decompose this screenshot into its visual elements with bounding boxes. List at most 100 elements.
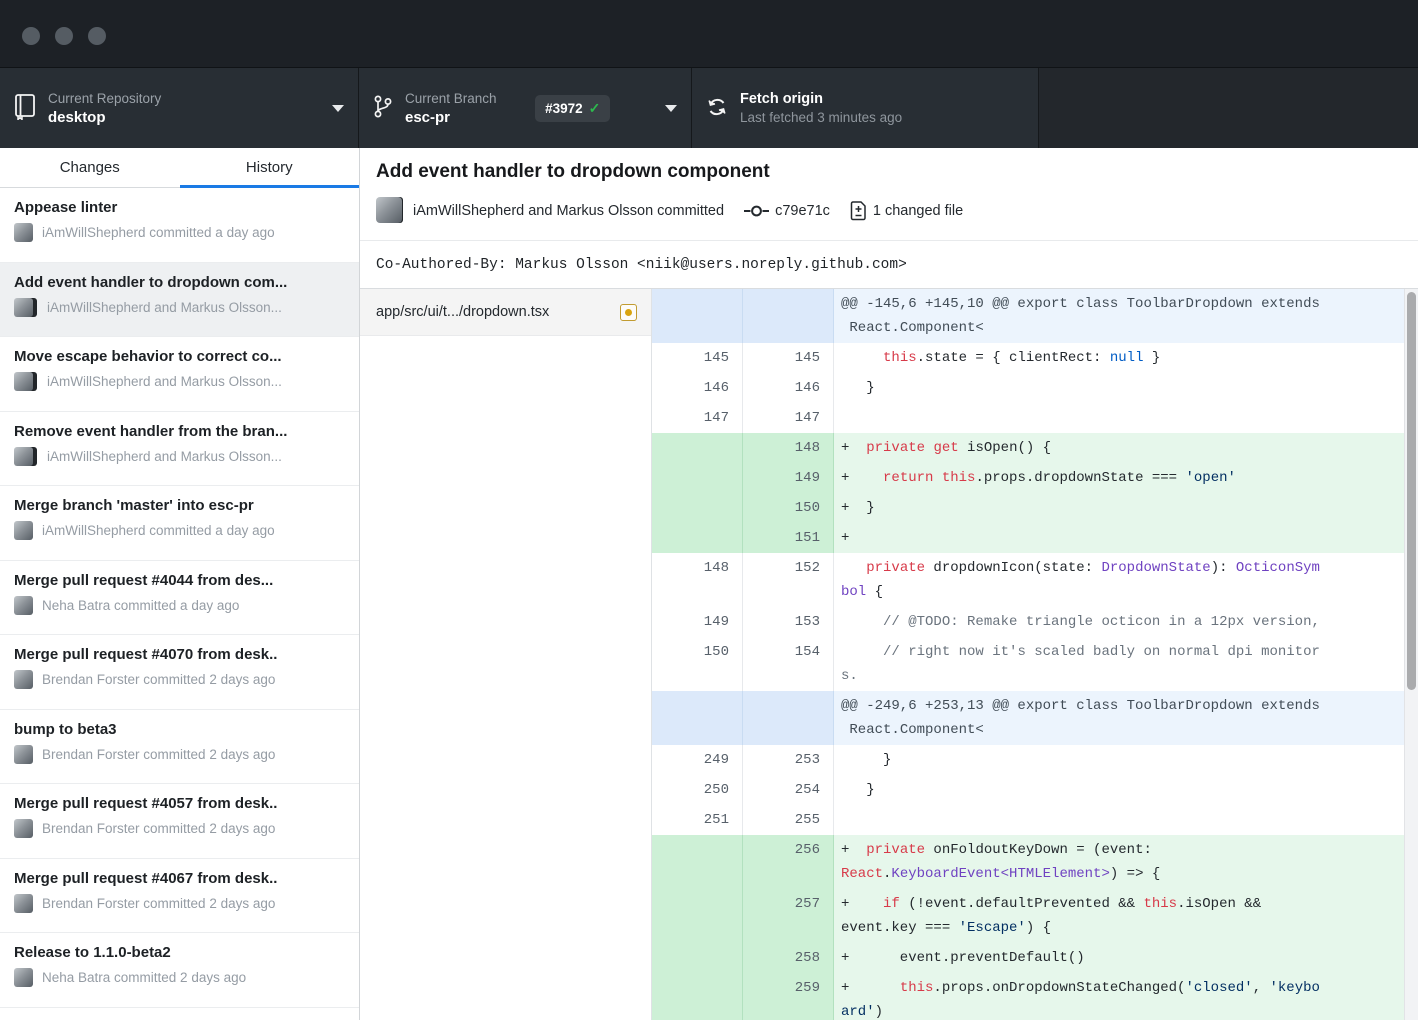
toolbar: Current Repository desktop Current Branc… (0, 68, 1418, 148)
diff-code-text: @@ -145,6 +145,10 @@ export class Toolba… (834, 289, 1404, 343)
diff-scrollbar[interactable] (1404, 289, 1418, 1020)
new-line-number: 153 (743, 607, 834, 637)
old-line-number (652, 463, 743, 493)
commit-list-item[interactable]: Merge pull request #4057 from desk..Bren… (0, 784, 359, 859)
diff-view: @@ -145,6 +145,10 @@ export class Toolba… (652, 289, 1404, 1020)
avatar (14, 745, 33, 764)
fetch-origin-button[interactable]: Fetch origin Last fetched 3 minutes ago (692, 68, 1039, 148)
new-line-number: 259 (743, 973, 834, 1020)
minimize-window-button[interactable] (55, 27, 73, 45)
avatar (14, 894, 33, 913)
commit-item-title: Appease linter (14, 199, 349, 216)
new-line-number: 257 (743, 889, 834, 943)
diff-code-text: this.state = { clientRect: null } (834, 343, 1404, 373)
diff-added-line: 256+ private onFoldoutKeyDown = (event: … (652, 835, 1404, 889)
old-line-number: 149 (652, 607, 743, 637)
commit-list-item[interactable]: Merge pull request #4070 from desk..Bren… (0, 635, 359, 710)
commit-item-meta-row: Brendan Forster committed 2 days ago (14, 894, 349, 913)
sidebar: Changes History Appease linter iAmWillShe… (0, 148, 360, 1020)
diff-added-line: 150+ } (652, 493, 1404, 523)
new-line-number: 150 (743, 493, 834, 523)
avatar-image (14, 819, 33, 838)
titlebar (0, 0, 1418, 68)
commit-list-item[interactable]: Merge branch 'master' into esc-priAmWill… (0, 486, 359, 561)
commit-list-item[interactable]: Move escape behavior to correct co...iAm… (0, 337, 359, 412)
changed-files-panel: app/src/ui/t.../dropdown.tsx (360, 289, 652, 1020)
current-repository-button[interactable]: Current Repository desktop (0, 68, 359, 148)
commit-list-item[interactable]: Add event handler to dropdown com...iAmW… (0, 263, 359, 338)
commit-list-item[interactable]: Merge pull request #4054 from desk... (0, 1008, 359, 1020)
app-window: Current Repository desktop Current Branc… (0, 0, 1418, 1020)
diff-code-text: + private onFoldoutKeyDown = (event: Rea… (834, 835, 1404, 889)
commit-list-item[interactable]: Merge pull request #4067 from desk..Bren… (0, 859, 359, 934)
branch-name: esc-pr (405, 109, 497, 126)
avatar-image (14, 596, 33, 615)
commit-item-meta: iAmWillShepherd committed a day ago (42, 225, 275, 240)
commit-list-item[interactable]: Remove event handler from the bran...iAm… (0, 412, 359, 487)
diff-added-line: 149+ return this.props.dropdownState ===… (652, 463, 1404, 493)
avatar-image (14, 670, 33, 689)
avatar (376, 197, 403, 224)
file-item[interactable]: app/src/ui/t.../dropdown.tsx (360, 289, 651, 336)
avatar (14, 596, 33, 615)
commit-item-meta: Neha Batra committed 2 days ago (42, 970, 246, 985)
diff-code-text (834, 403, 1404, 433)
pr-number-badge: #3972 ✓ (535, 95, 610, 122)
new-line-number: 145 (743, 343, 834, 373)
modified-file-icon (620, 304, 637, 321)
avatar-image (14, 968, 33, 987)
diff-context-line: 145145 this.state = { clientRect: null } (652, 343, 1404, 373)
maximize-window-button[interactable] (88, 27, 106, 45)
commit-item-meta: Brendan Forster committed 2 days ago (42, 896, 275, 911)
commit-item-title: Merge branch 'master' into esc-pr (14, 497, 349, 514)
old-line-number (652, 835, 743, 889)
tab-changes[interactable]: Changes (0, 148, 180, 187)
commit-item-meta-row: iAmWillShepherd and Markus Olsson... (14, 372, 349, 391)
commit-item-meta-row: Brendan Forster committed 2 days ago (14, 670, 349, 689)
old-line-number (652, 289, 743, 343)
diff-added-line: 257+ if (!event.defaultPrevented && this… (652, 889, 1404, 943)
diff-added-line: 148+ private get isOpen() { (652, 433, 1404, 463)
repo-icon (14, 93, 36, 123)
commit-item-meta-row: Brendan Forster committed 2 days ago (14, 745, 349, 764)
chevron-down-icon (665, 105, 677, 112)
new-line-number: 149 (743, 463, 834, 493)
new-line-number: 147 (743, 403, 834, 433)
new-line-number: 258 (743, 943, 834, 973)
diff-context-line: 146146 } (652, 373, 1404, 403)
old-line-number: 147 (652, 403, 743, 433)
commit-history-list: Appease linter iAmWillShepherd committed … (0, 188, 359, 1020)
avatar-image (14, 745, 33, 764)
avatar (14, 819, 33, 838)
avatar (14, 670, 33, 689)
diff-code-text: + event.preventDefault() (834, 943, 1404, 973)
diff-context-line: 250254 } (652, 775, 1404, 805)
diff-added-line: 258+ event.preventDefault() (652, 943, 1404, 973)
new-line-number: 146 (743, 373, 834, 403)
new-line-number: 151 (743, 523, 834, 553)
close-window-button[interactable] (22, 27, 40, 45)
old-line-number (652, 691, 743, 745)
commit-list-item[interactable]: Release to 1.1.0-beta2Neha Batra committ… (0, 933, 359, 1008)
current-branch-button[interactable]: Current Branch esc-pr #3972 ✓ (359, 68, 692, 148)
diff-code-text: + if (!event.defaultPrevented && this.is… (834, 889, 1404, 943)
commit-item-meta: Brendan Forster committed 2 days ago (42, 672, 275, 687)
tab-history[interactable]: History (180, 148, 360, 187)
commit-list-item[interactable]: Merge pull request #4044 from des...Neha… (0, 561, 359, 636)
diff-code-text (834, 805, 1404, 835)
commit-detail-pane: Add event handler to dropdown component … (360, 148, 1418, 1020)
new-line-number: 148 (743, 433, 834, 463)
repository-name: desktop (48, 109, 161, 126)
diff-context-line: 147147 (652, 403, 1404, 433)
diff-code-text: + private get isOpen() { (834, 433, 1404, 463)
commit-list-item[interactable]: Appease linter iAmWillShepherd committed … (0, 188, 359, 263)
repository-label: Current Repository (48, 91, 161, 106)
commit-sha: c79e71c (775, 203, 830, 219)
commit-item-meta: Brendan Forster committed 2 days ago (42, 747, 275, 762)
old-line-number (652, 433, 743, 463)
commit-item-meta: Neha Batra committed a day ago (42, 598, 239, 613)
old-line-number (652, 973, 743, 1020)
avatar-image (14, 223, 33, 242)
scrollbar-thumb[interactable] (1407, 292, 1416, 690)
commit-list-item[interactable]: bump to beta3Brendan Forster committed 2… (0, 710, 359, 785)
